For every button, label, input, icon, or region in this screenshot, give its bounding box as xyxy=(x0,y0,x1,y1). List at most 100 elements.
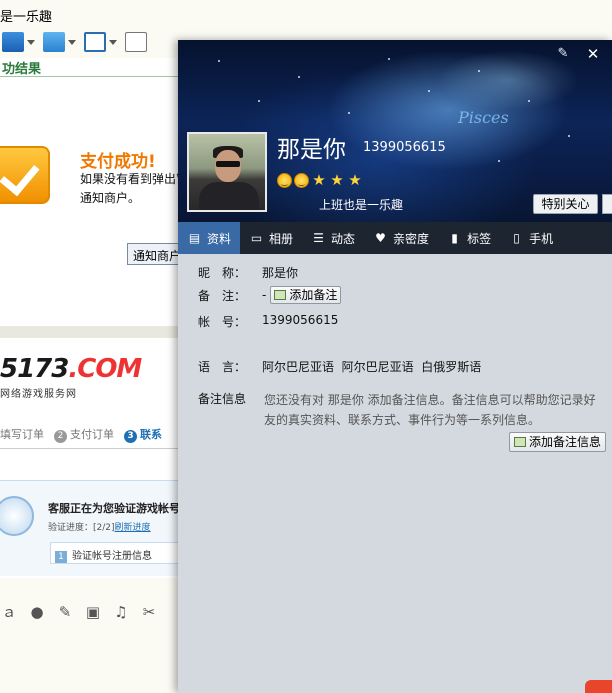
banner-star xyxy=(218,60,220,62)
tab-tags[interactable]: ▮ 标签 xyxy=(438,222,500,254)
section-divider xyxy=(0,326,180,338)
divider xyxy=(0,76,180,77)
notify-merchant-button[interactable]: 通知商户 xyxy=(127,243,180,265)
remark-value: - xyxy=(262,288,267,302)
nickname-row: 昵 称： 那是你 xyxy=(198,264,298,281)
tab-profile[interactable]: ▤ 资料 xyxy=(178,222,241,254)
refresh-progress-link[interactable]: 刷新进度 xyxy=(115,523,151,533)
account-row: 帐 号： 1399056615 xyxy=(198,313,338,330)
level-icons: ★ ★ ★ xyxy=(277,172,363,188)
logo-subtitle: 网络游戏服务网 xyxy=(0,389,77,400)
star-icon: ★ xyxy=(312,171,326,189)
nickname-label: 昵 称： xyxy=(198,266,247,280)
step-item: 2 支付订单 xyxy=(54,426,114,443)
add-remark-button[interactable]: 添加备注 xyxy=(270,286,342,304)
tab-label: 亲密度 xyxy=(393,231,430,246)
add-app-button[interactable] xyxy=(123,29,149,55)
remote-desktop-button[interactable] xyxy=(82,29,119,55)
feed-icon: ☰ xyxy=(313,230,324,245)
note-info-text: 您还没有对 那是你 添加备注信息。备注信息可以帮助您记录好友的真实资料、联系方式… xyxy=(264,393,596,427)
profile-signature: 上班也是一乐趣 xyxy=(319,198,404,212)
step-label: 支付订单 xyxy=(70,428,114,441)
ime-icon[interactable] xyxy=(585,680,612,693)
add-note-info-button[interactable]: 添加备注信息 xyxy=(509,432,607,452)
profile-number: 1399056615 xyxy=(363,140,446,155)
app-menu-button[interactable] xyxy=(0,29,37,55)
avatar[interactable] xyxy=(187,132,267,212)
tab-label: 标签 xyxy=(467,231,492,246)
tab-label: 相册 xyxy=(269,231,294,246)
logo-com: .COM xyxy=(68,354,142,384)
tab-phone[interactable]: ▯ 手机 xyxy=(500,222,562,254)
sun-icon xyxy=(277,172,292,188)
check-icon xyxy=(0,146,50,204)
album-icon: ▭ xyxy=(250,230,263,245)
result-heading: 功结果 xyxy=(2,62,42,77)
image-icon[interactable]: ▣ xyxy=(84,604,102,620)
banner-star xyxy=(428,90,430,92)
banner-star xyxy=(478,70,480,72)
tab-label: 动态 xyxy=(331,231,356,246)
friend-profile-panel: Pisces ✎ ✕ 那是你 1399056615 ★ ★ ★ 上班也是一乐趣 … xyxy=(178,40,612,693)
monitor-icon xyxy=(84,32,106,52)
profile-info: 昵 称： 那是你 备 注： - 添加备注 帐 号： 1399056615 语 言… xyxy=(178,254,612,693)
step-item-current: 3 联系 xyxy=(124,426,162,443)
tab-feed[interactable]: ☰ 动态 xyxy=(302,222,364,254)
step-label: 联系 xyxy=(140,428,162,441)
banner-star xyxy=(258,100,260,102)
input-toolbar: ａ ● ✎ ▣ ♫ ✂ xyxy=(0,604,158,620)
brush-icon[interactable]: ✎ xyxy=(555,46,571,62)
note-add-icon xyxy=(125,32,147,52)
music-icon[interactable]: ♫ xyxy=(112,604,130,620)
tab-label: 资料 xyxy=(207,231,232,246)
order-steps: 填写订单 2 支付订单 3 联系 xyxy=(0,426,162,443)
banner-star xyxy=(388,58,390,60)
chevron-down-icon xyxy=(68,39,76,45)
tab-label: 手机 xyxy=(529,231,554,246)
microphone-icon[interactable]: ● xyxy=(28,604,46,620)
remark-label: 备 注： xyxy=(198,288,247,303)
avatar-body xyxy=(199,182,259,210)
profile-tabs: ▤ 资料 ▭ 相册 ☰ 动态 ♥ 亲密度 ▮ 标签 ▯ 手机 xyxy=(178,222,612,254)
scissors-icon[interactable]: ✂ xyxy=(140,604,158,620)
add-note-info-label: 添加备注信息 xyxy=(529,435,602,449)
payment-hint-line1: 如果没有看到弹出窗口 xyxy=(80,172,180,186)
account-label: 帐 号： xyxy=(198,315,247,329)
sun-icon xyxy=(294,172,309,188)
verify-title: 客服正在为您验证游戏帐号 xyxy=(48,502,180,515)
payment-success-title: 支付成功! xyxy=(80,152,156,172)
note-info-label: 备注信息 xyxy=(198,392,247,406)
chevron-down-icon xyxy=(27,39,35,45)
verify-progress-label: 验证进度：[2/2] xyxy=(48,523,115,533)
tab-album[interactable]: ▭ 相册 xyxy=(240,222,302,254)
language-label: 语 言： xyxy=(198,360,247,374)
tab-intimacy[interactable]: ♥ 亲密度 xyxy=(364,222,438,254)
language-value: 阿尔巴尼亚语 阿尔巴尼亚语 白俄罗斯语 xyxy=(262,360,482,374)
payment-hint-line2: 通知商户。 xyxy=(80,191,141,205)
step-label: 填写订单 xyxy=(0,428,44,441)
chevron-down-icon xyxy=(109,39,117,45)
step-item: 填写订单 xyxy=(0,426,44,443)
window-title: 是一乐趣 xyxy=(0,10,53,25)
font-icon[interactable]: ａ xyxy=(0,604,18,620)
special-care-button[interactable]: 特别关心 xyxy=(533,194,598,214)
banner-star xyxy=(348,112,350,114)
more-button[interactable] xyxy=(602,194,612,214)
banner-star xyxy=(568,135,570,137)
nickname-value: 那是你 xyxy=(262,266,299,280)
close-icon[interactable]: ✕ xyxy=(584,45,602,63)
verify-step: 1 验证帐号注册信息 xyxy=(50,542,180,564)
verify-progress: 验证进度：[2/2]刷新进度 xyxy=(48,520,151,533)
logo-main: 5173 xyxy=(0,354,69,384)
phone-icon: ▯ xyxy=(513,230,520,245)
profile-card-icon: ▤ xyxy=(188,230,201,245)
banner-star xyxy=(298,76,300,78)
banner-star xyxy=(498,160,500,162)
edit-icon[interactable]: ✎ xyxy=(56,604,74,620)
verify-step-text: 验证帐号注册信息 xyxy=(72,551,152,562)
folder-icon xyxy=(43,32,65,52)
banner-star xyxy=(528,100,530,102)
step-number: 3 xyxy=(124,430,137,443)
file-transfer-button[interactable] xyxy=(41,29,78,55)
remark-row: 备 注： - 添加备注 xyxy=(198,286,342,304)
